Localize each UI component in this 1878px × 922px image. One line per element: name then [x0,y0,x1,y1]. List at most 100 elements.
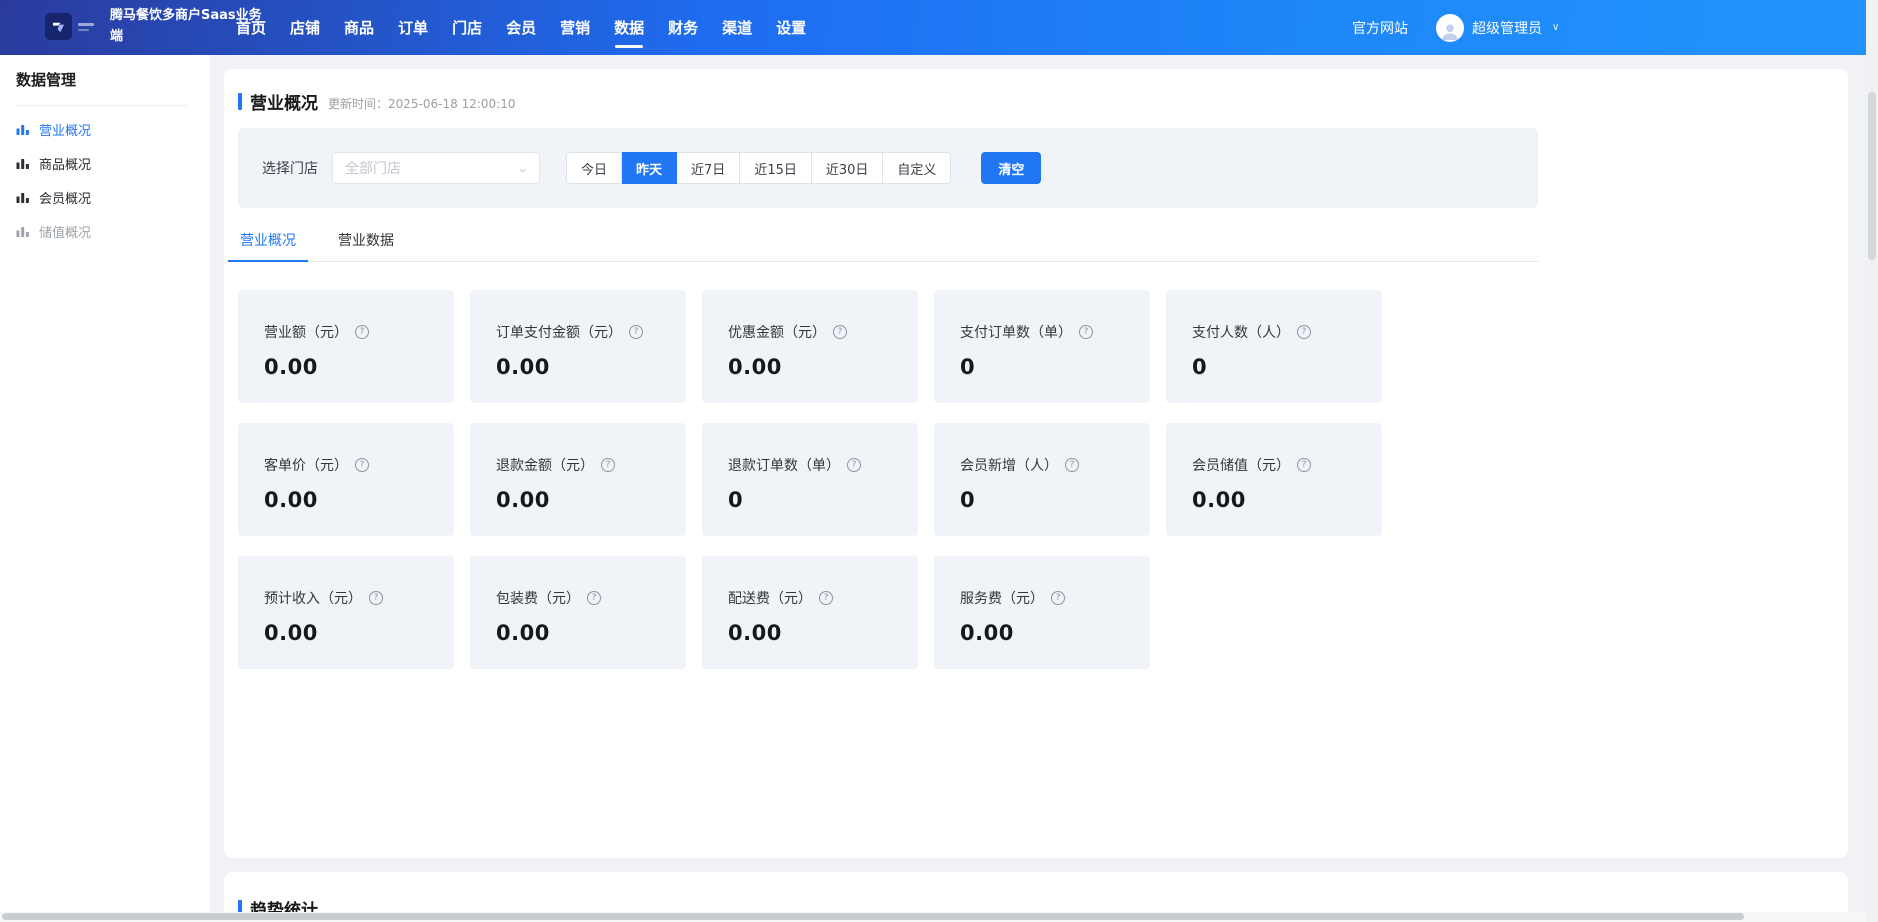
sidebar-item[interactable]: 商品概况 [16,146,210,180]
stat-card: 订单支付金额（元）?0.00 [470,290,686,403]
help-icon[interactable]: ? [833,325,847,339]
range-button[interactable]: 近15日 [740,152,812,184]
help-icon[interactable]: ? [601,458,615,472]
nav-item[interactable]: 首页 [224,0,278,55]
stat-card: 营业额（元）?0.00 [238,290,454,403]
nav-item[interactable]: 营销 [548,0,602,55]
stat-label-row: 服务费（元）? [960,588,1140,608]
sidebar-item[interactable]: 营业概况 [16,112,210,146]
main-content: 营业概况 更新时间：2025-06-18 12:00:10 选择门店 全部门店 … [210,55,1866,912]
sidebar-item-label: 储值概况 [39,222,91,241]
stat-value: 0.00 [496,355,676,379]
stat-label-row: 退款订单数（单）? [728,455,908,475]
nav-item[interactable]: 订单 [386,0,440,55]
stat-card: 客单价（元）?0.00 [238,423,454,536]
nav-item[interactable]: 设置 [764,0,818,55]
stat-card: 支付人数（人）? 0 [1166,290,1382,403]
official-site-link[interactable]: 官方网站 [1352,18,1408,38]
section-header: 营业概况 更新时间：2025-06-18 12:00:10 [238,89,1848,114]
avatar [1436,14,1464,42]
bar-chart-icon [16,122,30,136]
top-navbar: 腾马餐饮多商户Saas业务端 首页店铺商品订单门店会员营销数据财务渠道设置 官方… [0,0,1866,55]
updated-time: 更新时间：2025-06-18 12:00:10 [328,95,515,112]
nav-item[interactable]: 会员 [494,0,548,55]
nav-item[interactable]: 门店 [440,0,494,55]
stat-card: 会员新增（人）? 0 [934,423,1150,536]
logo-icon [45,13,72,40]
help-icon[interactable]: ? [355,325,369,339]
sidebar-title: 数据管理 [16,69,210,90]
help-icon[interactable]: ? [587,591,601,605]
stat-card: 退款金额（元）?0.00 [470,423,686,536]
stat-label-row: 优惠金额（元）? [728,322,908,342]
logo-subtext [78,23,94,31]
range-button[interactable]: 今日 [566,152,622,184]
help-icon[interactable]: ? [629,325,643,339]
stat-label: 配送费（元） [728,588,812,608]
stat-label: 会员储值（元） [1192,455,1290,475]
help-icon[interactable]: ? [847,458,861,472]
stat-label-row: 营业额（元）? [264,322,444,342]
stat-label-row: 预计收入（元）? [264,588,444,608]
nav-item[interactable]: 财务 [656,0,710,55]
stat-label-row: 会员新增（人）? [960,455,1140,475]
tab[interactable]: 营业数据 [336,230,396,261]
app-logo [45,13,94,40]
sidebar-item-label: 商品概况 [39,154,91,173]
stat-label: 会员新增（人） [960,455,1058,475]
section-title: 营业概况 [250,89,318,114]
horizontal-scrollbar-thumb[interactable] [2,913,1744,920]
clear-button[interactable]: 清空 [981,152,1041,184]
stat-label: 支付人数（人） [1192,322,1290,342]
vertical-scrollbar[interactable] [1866,0,1878,922]
bar-chart-icon [16,156,30,170]
nav-item[interactable]: 店铺 [278,0,332,55]
help-icon[interactable]: ? [819,591,833,605]
stat-label: 客单价（元） [264,455,348,475]
help-icon[interactable]: ? [1051,591,1065,605]
store-select-label: 选择门店 [262,158,318,178]
help-icon[interactable]: ? [1065,458,1079,472]
stat-value: 0 [1192,355,1372,379]
stat-label: 营业额（元） [264,322,348,342]
nav-item[interactable]: 数据 [602,0,656,55]
help-icon[interactable]: ? [355,458,369,472]
chevron-down-icon: ⌄ [516,162,529,175]
user-icon [1439,20,1461,42]
stat-card: 配送费（元）? 0.00 [702,556,918,669]
help-icon[interactable]: ? [1297,458,1311,472]
stats-grid: 营业额（元）?0.00订单支付金额（元）?0.00优惠金额（元）?0.00支付订… [238,290,1848,669]
store-select[interactable]: 全部门店 ⌄ [332,152,540,184]
help-icon[interactable]: ? [1079,325,1093,339]
user-name: 超级管理员 [1472,18,1542,38]
vertical-scrollbar-thumb[interactable] [1868,92,1876,260]
stat-label-row: 配送费（元）? [728,588,908,608]
date-range-group: 今日昨天近7日近15日近30日自定义 [566,152,951,184]
sidebar-item-label: 营业概况 [39,120,91,139]
help-icon[interactable]: ? [1297,325,1311,339]
business-overview-card: 营业概况 更新时间：2025-06-18 12:00:10 选择门店 全部门店 … [224,69,1848,858]
range-button[interactable]: 自定义 [883,152,951,184]
range-button[interactable]: 近30日 [812,152,884,184]
nav-item[interactable]: 商品 [332,0,386,55]
stat-value: 0 [960,488,1140,512]
nav-item[interactable]: 渠道 [710,0,764,55]
stat-label: 退款订单数（单） [728,455,840,475]
stat-label: 退款金额（元） [496,455,594,475]
stat-value: 0.00 [728,621,908,645]
range-button[interactable]: 昨天 [622,152,677,184]
tab[interactable]: 营业概况 [238,230,298,261]
stat-card: 预计收入（元）?0.00 [238,556,454,669]
horizontal-scrollbar[interactable] [0,912,1866,922]
updated-value: 2025-06-18 12:00:10 [388,97,515,111]
user-menu[interactable]: 超级管理员 ∨ [1436,14,1559,42]
sidebar-item[interactable]: 会员概况 [16,180,210,214]
stat-card: 退款订单数（单）?0 [702,423,918,536]
stat-value: 0.00 [728,355,908,379]
stat-value: 0.00 [496,621,676,645]
store-select-placeholder: 全部门店 [345,158,401,178]
stat-label: 优惠金额（元） [728,322,826,342]
sidebar-item[interactable]: 储值概况 [16,214,210,248]
range-button[interactable]: 近7日 [677,152,740,184]
help-icon[interactable]: ? [369,591,383,605]
